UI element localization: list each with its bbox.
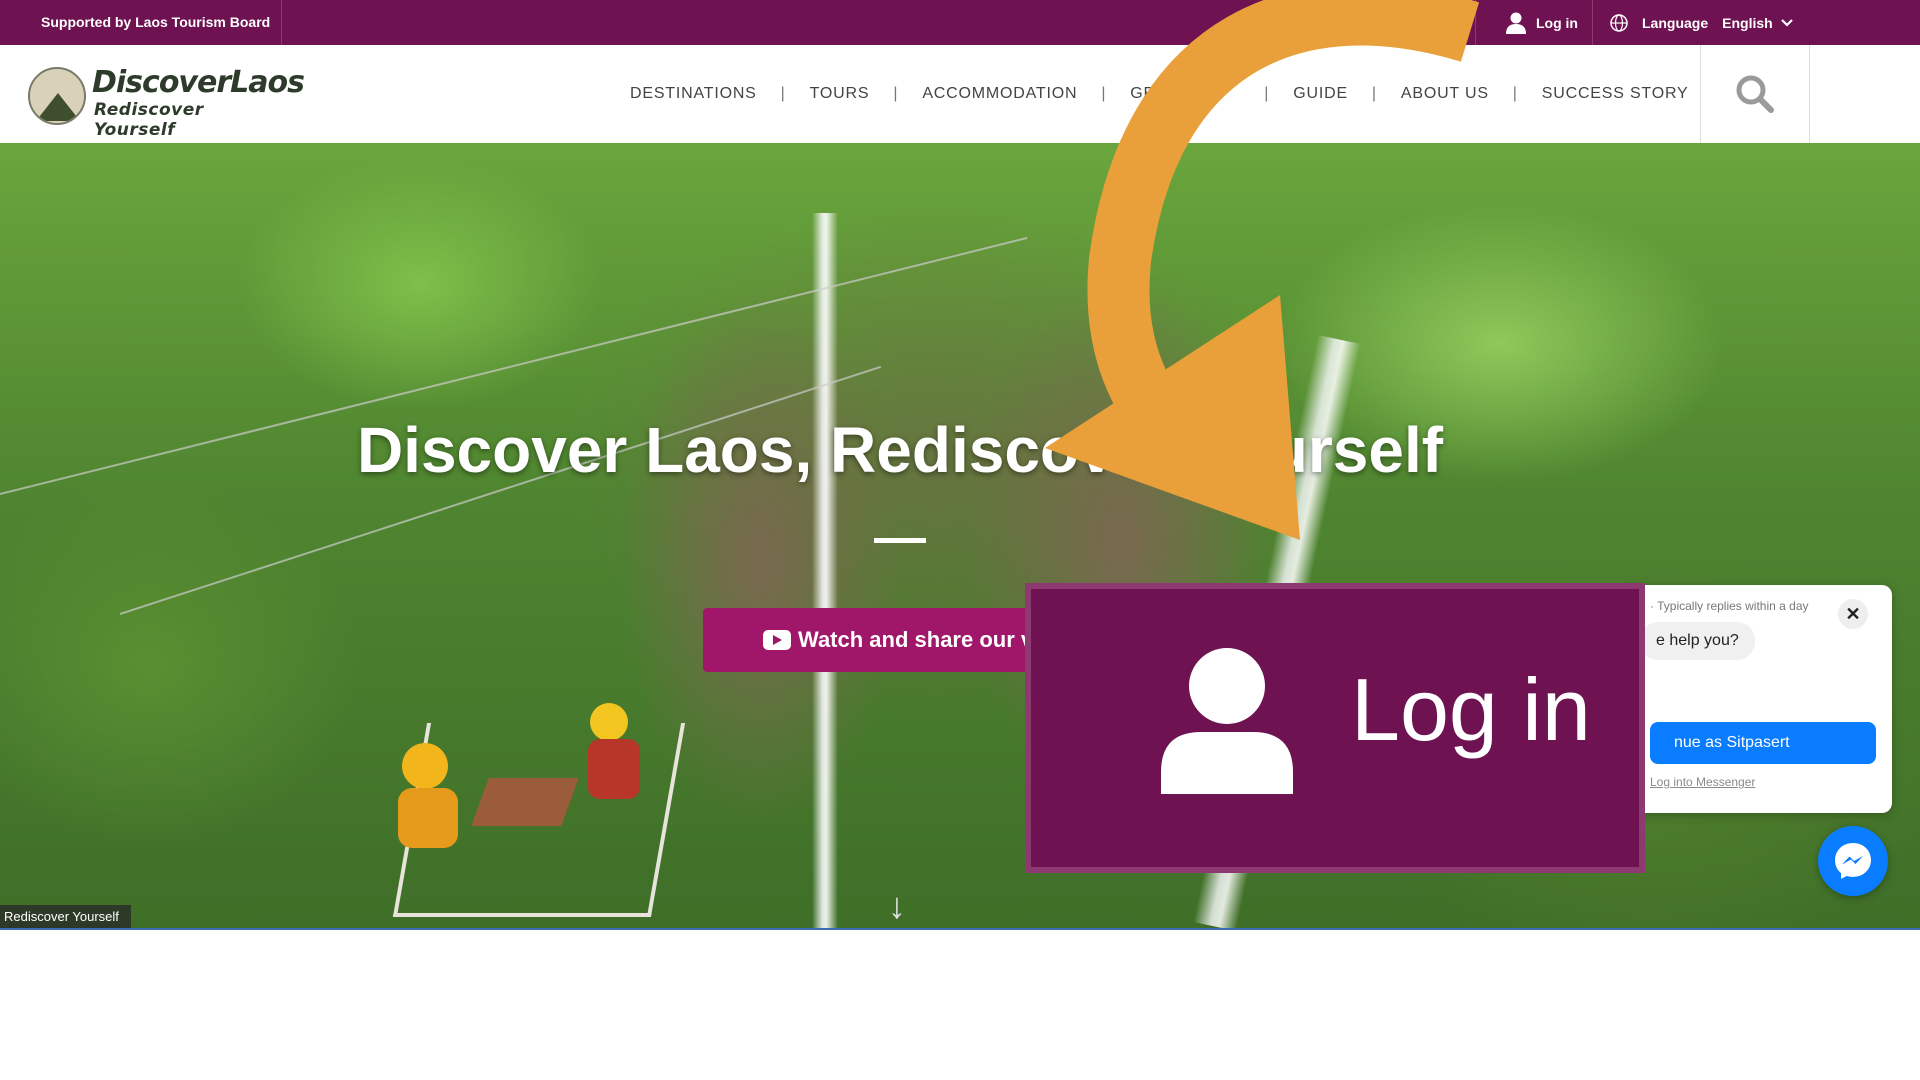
callout-login-label: Log in [1351, 660, 1591, 759]
waterfall-left [812, 213, 838, 928]
nav-divider: | [780, 85, 786, 102]
user-icon [1506, 12, 1526, 34]
nav-destinations[interactable]: DESTINATIONS [612, 85, 775, 103]
nav-divider: | [1264, 85, 1270, 102]
messenger-greeting: e help you? [1640, 622, 1755, 660]
globe-icon [1610, 13, 1628, 32]
nav-about-us[interactable]: ABOUT US [1383, 85, 1507, 103]
logo-tagline: Rediscover Yourself [94, 100, 204, 140]
login-label: Log in [1536, 14, 1578, 31]
nav-accommodation[interactable]: ACCOMMODATION [904, 85, 1095, 103]
messenger-login-link[interactable]: Log into Messenger [1650, 775, 1755, 789]
nav-success-story[interactable]: SUCCESS STORY [1524, 85, 1707, 103]
search-button[interactable] [1700, 45, 1810, 143]
hero-divider [874, 538, 926, 543]
language-value: English [1722, 14, 1773, 31]
sky-dining-gondola [390, 703, 690, 928]
messenger-button[interactable] [1818, 826, 1888, 896]
main-header: DiscoverLaos Rediscover Yourself DESTINA… [0, 45, 1920, 144]
messenger-reply-info: · Typically replies within a day [1650, 599, 1809, 613]
nav-divider: | [1512, 85, 1518, 102]
scroll-down-icon[interactable]: ↓ [888, 888, 906, 924]
support-text: Supported by Laos Tourism Board [0, 0, 282, 45]
login-zoom-callout: Log in [1025, 583, 1645, 873]
logo-title: DiscoverLaos [92, 65, 305, 100]
nav-guide[interactable]: GUIDE [1275, 85, 1366, 103]
watch-button-label: Watch and share our v [798, 627, 1034, 652]
nav-divider: | [1371, 85, 1377, 102]
language-label: Language [1642, 14, 1709, 31]
user-icon [1161, 648, 1293, 794]
top-bar: Supported by Laos Tourism Board Log in L… [0, 0, 1920, 45]
gondola-table [471, 778, 579, 826]
nav-get-in[interactable]: GET IN [1112, 85, 1258, 103]
close-icon[interactable]: ✕ [1838, 599, 1868, 629]
logo-mark [28, 67, 86, 125]
person-helmet [402, 743, 448, 789]
messenger-chat-widget: · Typically replies within a day ✕ e hel… [1620, 585, 1892, 813]
person-body [398, 788, 458, 848]
person-body [588, 739, 640, 799]
language-selector[interactable]: Language English [1610, 0, 1793, 45]
nav-divider: | [893, 85, 899, 102]
nav-tours[interactable]: TOURS [792, 85, 888, 103]
continue-as-button[interactable]: nue as Sitpasert [1650, 722, 1876, 764]
image-caption: Rediscover Yourself [0, 905, 131, 928]
site-logo[interactable]: DiscoverLaos Rediscover Yourself [28, 63, 305, 140]
main-nav: DESTINATIONS | TOURS | ACCOMMODATION | G… [612, 45, 1707, 143]
chevron-down-icon [1780, 18, 1793, 27]
nav-divider: | [1101, 85, 1107, 102]
hero-title: Discover Laos, Rediscover Yourself [356, 414, 1444, 486]
messenger-icon [1835, 843, 1871, 879]
youtube-icon [763, 630, 791, 650]
login-link[interactable]: Log in [1475, 0, 1593, 45]
search-icon [1736, 75, 1774, 113]
language-dropdown[interactable]: English [1722, 15, 1793, 31]
person-helmet [590, 703, 628, 741]
